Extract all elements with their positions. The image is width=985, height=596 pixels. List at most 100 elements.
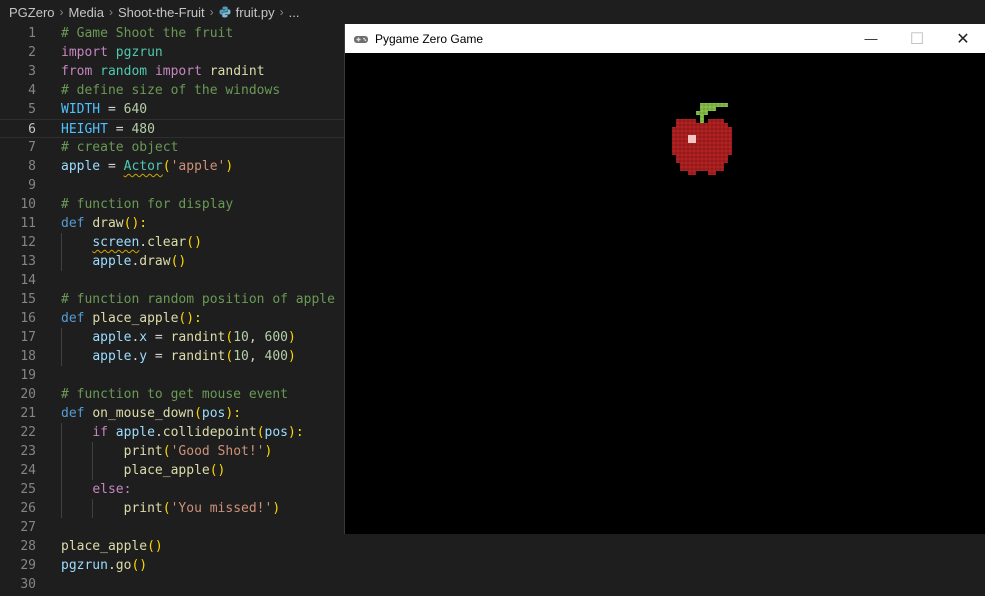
code-token: =	[100, 159, 124, 174]
code-token: print	[123, 444, 163, 459]
line-number: 28	[20, 539, 36, 554]
code-line[interactable]: 29 pgzrun.go()	[0, 556, 985, 575]
line-number: 24	[20, 463, 36, 478]
code-token: place_apple	[61, 539, 148, 554]
chevron-right-icon: ›	[209, 5, 214, 19]
maximize-button[interactable]: ☐	[894, 24, 940, 53]
code-token: .	[154, 425, 163, 440]
line-number: 5	[28, 102, 36, 117]
code-token: on_mouse_down	[92, 406, 195, 421]
code-token: (	[194, 406, 202, 421]
line-number: 2	[28, 45, 36, 60]
code-token: # function for display	[61, 197, 234, 212]
code-token: ()	[131, 558, 148, 573]
minimize-button[interactable]: —	[848, 24, 894, 53]
code-token: print	[123, 501, 163, 516]
code-token: 'Good Shot!'	[170, 444, 265, 459]
code-token: # Game Shoot the fruit	[61, 26, 234, 41]
code-token: 600	[264, 330, 289, 345]
code-token: draw	[139, 254, 171, 269]
code-token: # function random position of apple	[61, 292, 335, 307]
line-number: 25	[20, 482, 36, 497]
line-number: 13	[20, 254, 36, 269]
pygame-window[interactable]: Pygame Zero Game — ☐ ✕	[344, 24, 985, 534]
code-token: ):	[225, 406, 242, 421]
code-token: Actor	[123, 159, 163, 174]
code-token: def	[61, 216, 85, 231]
code-token: )	[225, 159, 234, 174]
code-token: pos	[201, 406, 226, 421]
gamepad-icon	[354, 35, 368, 43]
code-token: =	[147, 330, 171, 345]
code-line[interactable]: 30	[0, 575, 985, 594]
breadcrumb-item-pgzero[interactable]: PGZero	[9, 5, 55, 20]
line-number: 11	[20, 216, 36, 231]
code-token: ,	[248, 330, 265, 345]
python-file-icon	[219, 6, 231, 18]
breadcrumb-item-file[interactable]: fruit.py	[236, 5, 275, 20]
breadcrumb-item-media[interactable]: Media	[69, 5, 104, 20]
code-text: pgzrun.go()	[61, 556, 147, 575]
code-token: randint	[170, 349, 226, 364]
code-token: ,	[248, 349, 265, 364]
code-text: # function to get mouse event	[61, 385, 288, 404]
pygame-titlebar[interactable]: Pygame Zero Game — ☐ ✕	[345, 24, 985, 53]
line-number: 4	[28, 83, 36, 98]
code-token: def	[61, 406, 85, 421]
line-number: 17	[20, 330, 36, 345]
code-token: ():	[123, 216, 148, 231]
code-text: print('Good Shot!')	[61, 442, 273, 461]
code-token: # define size of the windows	[61, 83, 281, 98]
close-icon: ✕	[956, 30, 970, 48]
line-number: 22	[20, 425, 36, 440]
code-token: apple	[115, 425, 155, 440]
code-text: place_apple()	[61, 537, 163, 556]
close-button[interactable]: ✕	[940, 24, 985, 53]
code-token: 640	[123, 102, 148, 117]
code-text: else:	[61, 480, 131, 499]
code-text: apple = Actor('apple')	[61, 157, 233, 176]
code-token: .	[139, 235, 148, 250]
code-text: # define size of the windows	[61, 81, 280, 100]
code-token: ()	[147, 539, 163, 554]
code-line[interactable]: 28 place_apple()	[0, 537, 985, 556]
code-token: clear	[147, 235, 187, 250]
line-number: 19	[20, 368, 36, 383]
code-token: 400	[264, 349, 289, 364]
code-token: ):	[288, 425, 304, 440]
code-token: )	[288, 330, 296, 345]
code-text: def draw():	[61, 214, 147, 233]
code-token: draw	[92, 216, 124, 231]
apple-sprite[interactable]	[668, 101, 736, 181]
line-number: 27	[20, 520, 36, 535]
breadcrumb-item-shoot-the-fruit[interactable]: Shoot-the-Fruit	[118, 5, 205, 20]
code-text: HEIGHT = 480	[61, 120, 155, 139]
code-text: screen.clear()	[61, 233, 202, 252]
code-token: screen	[92, 235, 140, 250]
game-canvas[interactable]	[345, 53, 985, 534]
line-number: 6	[28, 122, 36, 137]
code-token: def	[61, 311, 85, 326]
code-token: 'You missed!'	[170, 501, 273, 516]
line-number: 8	[28, 159, 36, 174]
line-number: 20	[20, 387, 36, 402]
code-token: apple	[92, 254, 132, 269]
code-token: apple	[92, 330, 132, 345]
maximize-icon: ☐	[909, 30, 925, 48]
code-token: (	[256, 425, 265, 440]
code-token: )	[272, 501, 281, 516]
code-text: apple.y = randint(10, 400)	[61, 347, 296, 366]
code-token: =	[147, 349, 171, 364]
code-token: (	[162, 501, 171, 516]
code-token: if	[92, 425, 108, 440]
code-token: WIDTH	[61, 102, 101, 117]
code-token: 10	[233, 330, 249, 345]
breadcrumb-item-symbols[interactable]: ...	[289, 5, 300, 20]
